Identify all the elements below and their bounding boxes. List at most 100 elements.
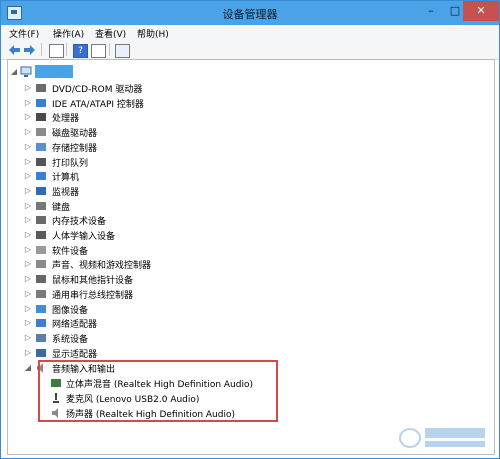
tree-item[interactable]: ▷ 存储控制器 bbox=[8, 140, 488, 154]
usb-icon bbox=[36, 289, 46, 298]
minimize-button[interactable]: – bbox=[418, 1, 444, 21]
tree-item[interactable]: ▷ 图像设备 bbox=[8, 302, 488, 316]
tree-item[interactable]: ▷ 通用串行总线控制器 bbox=[8, 287, 488, 301]
expand-arrow-icon[interactable]: ▷ bbox=[24, 288, 32, 300]
details-view-icon[interactable] bbox=[91, 44, 106, 58]
expand-arrow-icon[interactable]: ▷ bbox=[24, 303, 32, 315]
tree-item-label: 键盘 bbox=[52, 202, 71, 213]
expand-arrow-icon[interactable]: ▷ bbox=[24, 170, 32, 182]
tree-item[interactable]: ▷ 处理器 bbox=[8, 110, 488, 124]
menu-help[interactable]: 帮助(H) bbox=[137, 27, 169, 40]
toolbar-separator bbox=[41, 43, 42, 56]
tree-item[interactable]: ▷ DVD/CD-ROM 驱动器 bbox=[8, 81, 488, 95]
menu-bar: 文件(F) 操作(A) 查看(V) 帮助(H) bbox=[1, 25, 499, 41]
storage-controller-icon bbox=[36, 142, 46, 151]
expand-arrow-icon[interactable]: ▷ bbox=[24, 229, 32, 241]
tree-item-label: 存储控制器 bbox=[52, 143, 98, 154]
camera-icon bbox=[36, 304, 46, 313]
printer-icon bbox=[36, 157, 46, 166]
expand-arrow-icon[interactable]: ▷ bbox=[24, 258, 32, 270]
expand-arrow-icon[interactable]: ▷ bbox=[24, 111, 32, 123]
tree-item-label: 处理器 bbox=[52, 114, 80, 125]
expand-arrow-icon[interactable]: ▷ bbox=[24, 97, 32, 109]
collapse-arrow-icon[interactable]: ◢ bbox=[10, 66, 18, 78]
tree-item-label: 人体学输入设备 bbox=[52, 232, 116, 242]
tree-root[interactable]: ◢ bbox=[8, 65, 488, 79]
title-bar[interactable]: 设备管理器 – □ ✕ bbox=[1, 1, 499, 25]
expand-arrow-icon[interactable]: ▷ bbox=[24, 332, 32, 344]
menu-action[interactable]: 操作(A) bbox=[53, 27, 84, 40]
ide-controller-icon bbox=[36, 98, 46, 107]
tree-item[interactable]: ▷ 软件设备 bbox=[8, 243, 488, 257]
disk-drive-icon bbox=[36, 128, 46, 137]
expand-arrow-icon[interactable]: ▷ bbox=[24, 244, 32, 256]
tree-item-label: DVD/CD-ROM 驱动器 bbox=[52, 85, 143, 95]
menu-file[interactable]: 文件(F) bbox=[9, 27, 39, 40]
tree-item[interactable]: ▷ 打印队列 bbox=[8, 155, 488, 169]
computer-icon bbox=[36, 172, 46, 181]
toolbar: ? bbox=[1, 41, 499, 60]
tree-item-label: 通用串行总线控制器 bbox=[52, 290, 134, 301]
tree-item-label: 网络适配器 bbox=[52, 320, 98, 331]
tree-item-label: 打印队列 bbox=[52, 158, 89, 169]
tree-item[interactable]: ▷ 显示适配器 bbox=[8, 346, 488, 360]
expand-arrow-icon[interactable]: ▷ bbox=[24, 347, 32, 359]
tree-item[interactable]: ▷ 内存技术设备 bbox=[8, 213, 488, 227]
arrow-right-icon[interactable] bbox=[23, 44, 36, 56]
tree-item[interactable]: ▷ 鼠标和其他指针设备 bbox=[8, 272, 488, 286]
collapse-arrow-icon[interactable]: ◢ bbox=[24, 362, 32, 374]
arrow-left-icon[interactable] bbox=[8, 44, 21, 56]
tree-item-label: 图像设备 bbox=[52, 305, 89, 316]
tree-item-label: 监视器 bbox=[52, 187, 80, 198]
monitor-icon bbox=[36, 186, 46, 195]
toolbar-separator bbox=[109, 43, 110, 56]
properties-view-icon[interactable] bbox=[49, 44, 64, 58]
tree-item[interactable]: ▷ 监视器 bbox=[8, 184, 488, 198]
expand-arrow-icon[interactable]: ▷ bbox=[24, 214, 32, 226]
memory-icon bbox=[36, 216, 46, 225]
tree-item[interactable]: ▷ 键盘 bbox=[8, 199, 488, 213]
tree-item-label: 磁盘驱动器 bbox=[52, 129, 98, 140]
tree-item[interactable]: ▷ IDE ATA/ATAPI 控制器 bbox=[8, 96, 488, 110]
expand-arrow-icon[interactable]: ▷ bbox=[24, 273, 32, 285]
system-device-icon bbox=[36, 333, 46, 342]
speaker-icon bbox=[36, 260, 46, 269]
toolbar-separator bbox=[66, 43, 67, 56]
expand-arrow-icon[interactable]: ▷ bbox=[24, 156, 32, 168]
computer-icon bbox=[20, 66, 32, 77]
tree-item[interactable]: ▷ 网络适配器 bbox=[8, 316, 488, 330]
expand-arrow-icon[interactable]: ▷ bbox=[24, 82, 32, 94]
tree-item[interactable]: ▷ 人体学输入设备 bbox=[8, 228, 488, 242]
software-device-icon bbox=[36, 245, 46, 254]
device-tree[interactable]: ◢ ▷ DVD/CD-ROM 驱动器 ▷ IDE ATA/ATAPI 控制器 ▷ 处理器 ▷… bbox=[7, 59, 495, 455]
expand-arrow-icon[interactable]: ▷ bbox=[24, 141, 32, 153]
tree-item-label: 计算机 bbox=[52, 173, 80, 184]
scan-hardware-icon[interactable] bbox=[115, 44, 130, 58]
tree-item[interactable]: ▷ 系统设备 bbox=[8, 331, 488, 345]
tree-item[interactable]: ▷ 计算机 bbox=[8, 169, 488, 183]
tree-item-label: 软件设备 bbox=[52, 246, 89, 257]
device-manager-window: 设备管理器 – □ ✕ 文件(F) 操作(A) 查看(V) 帮助(H) ? ◢ bbox=[0, 0, 500, 459]
help-icon[interactable]: ? bbox=[73, 44, 88, 58]
expand-arrow-icon[interactable]: ▷ bbox=[24, 200, 32, 212]
tree-item[interactable]: ▷ 磁盘驱动器 bbox=[8, 125, 488, 139]
close-button[interactable]: ✕ bbox=[463, 1, 499, 21]
dvd-drive-icon bbox=[36, 84, 46, 92]
keyboard-icon bbox=[36, 201, 46, 210]
tree-item-label: 系统设备 bbox=[52, 334, 89, 345]
tree-item-label: 声音、视频和游戏控制器 bbox=[52, 261, 152, 272]
expand-arrow-icon[interactable]: ▷ bbox=[24, 126, 32, 138]
tree-item[interactable]: ▷ 声音、视频和游戏控制器 bbox=[8, 257, 488, 271]
expand-arrow-icon[interactable]: ▷ bbox=[24, 317, 32, 329]
network-icon bbox=[36, 319, 46, 328]
tree-item-label: 鼠标和其他指针设备 bbox=[52, 276, 134, 287]
computer-name-label[interactable] bbox=[35, 65, 73, 78]
tree-item-label: 内存技术设备 bbox=[52, 217, 107, 228]
display-adapter-icon bbox=[36, 348, 46, 357]
hid-icon bbox=[36, 231, 46, 239]
processor-icon bbox=[36, 113, 46, 122]
menu-view[interactable]: 查看(V) bbox=[95, 27, 126, 40]
expand-arrow-icon[interactable]: ▷ bbox=[24, 185, 32, 197]
highlight-box bbox=[38, 360, 278, 422]
mouse-icon bbox=[36, 275, 46, 284]
